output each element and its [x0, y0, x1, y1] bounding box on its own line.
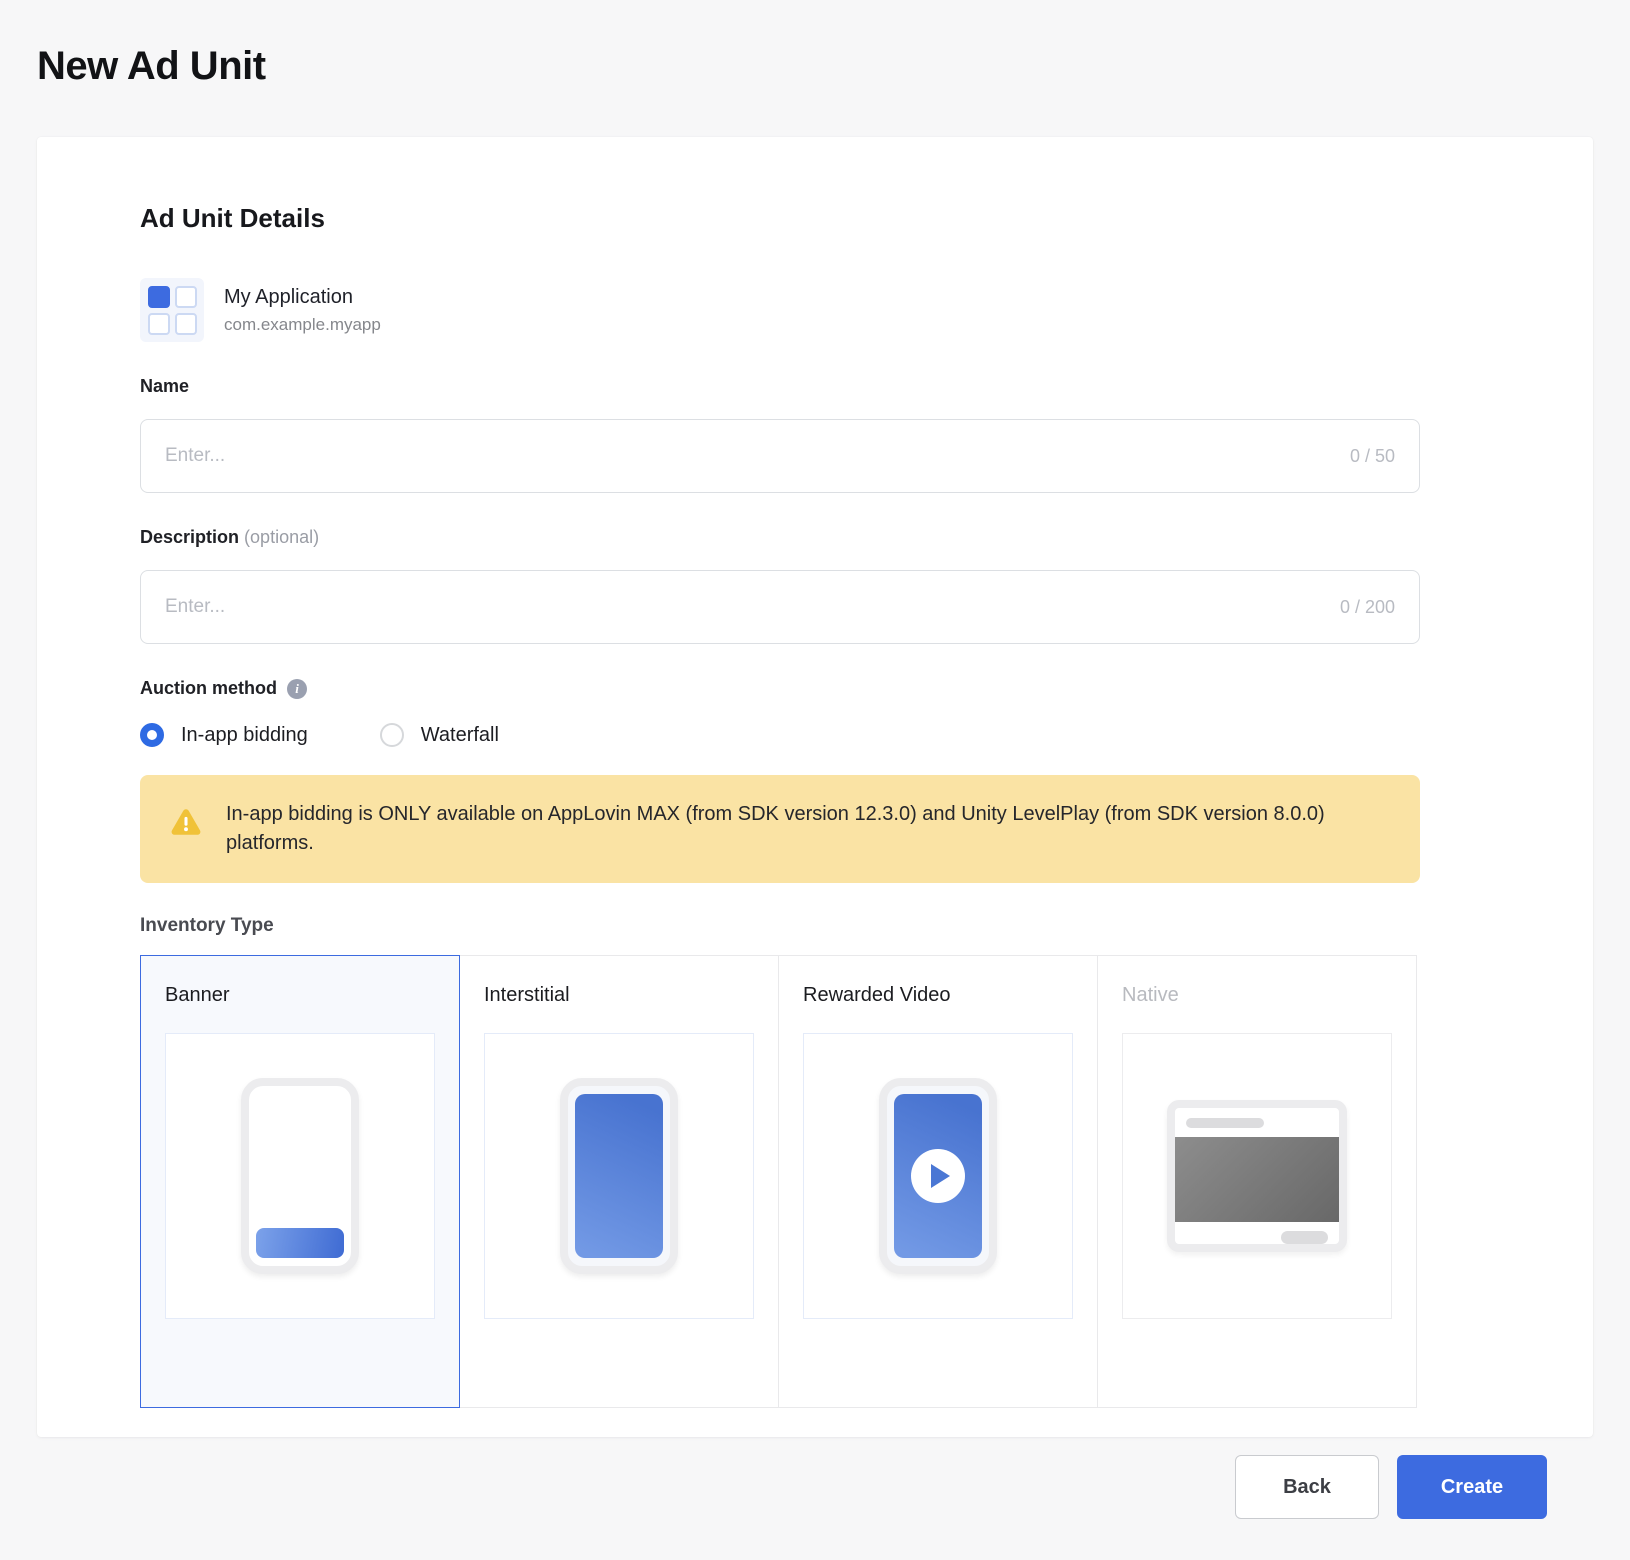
- description-field-label: Description (optional): [140, 527, 1420, 548]
- description-label-text: Description: [140, 527, 239, 547]
- sdk-warning-text: In-app bidding is ONLY available on AppL…: [226, 800, 1390, 858]
- fullscreen-ad-icon: [575, 1094, 663, 1258]
- rewarded-video-illustration: [803, 1033, 1073, 1319]
- name-char-counter: 0 / 50: [1350, 446, 1395, 467]
- inventory-card-rewarded-video-label: Rewarded Video: [803, 984, 1073, 1007]
- section-title: Ad Unit Details: [140, 203, 1420, 234]
- inventory-card-banner[interactable]: Banner: [140, 955, 460, 1408]
- description-input[interactable]: [165, 596, 1324, 618]
- create-button[interactable]: Create: [1397, 1455, 1547, 1519]
- phone-frame-icon: [241, 1078, 359, 1274]
- name-input-wrapper: 0 / 50: [140, 419, 1420, 493]
- new-ad-unit-page: New Ad Unit Ad Unit Details My Applicati…: [0, 0, 1630, 1519]
- native-image-placeholder-icon: [1175, 1137, 1339, 1223]
- radio-selected-icon: [140, 723, 164, 747]
- description-input-wrapper: 0 / 200: [140, 570, 1420, 644]
- inventory-type-label: Inventory Type: [140, 915, 1420, 937]
- app-grid-icon-square: [148, 286, 170, 308]
- play-triangle-icon: [931, 1164, 950, 1188]
- play-button-icon: [911, 1149, 965, 1203]
- inventory-card-native-label: Native: [1122, 984, 1392, 1007]
- native-illustration: [1122, 1033, 1392, 1319]
- banner-ad-strip-icon: [256, 1228, 344, 1258]
- radio-unselected-icon: [380, 723, 404, 747]
- sdk-warning-banner: In-app bidding is ONLY available on AppL…: [140, 775, 1420, 883]
- app-grid-icon-square: [175, 286, 197, 308]
- inventory-card-native[interactable]: Native: [1097, 955, 1417, 1408]
- description-char-counter: 0 / 200: [1340, 597, 1395, 618]
- app-package-id: com.example.myapp: [224, 315, 381, 335]
- inventory-card-banner-label: Banner: [165, 984, 435, 1007]
- description-optional-hint: (optional): [244, 527, 319, 547]
- app-grid-icon: [140, 278, 204, 342]
- auction-method-label: Auction method: [140, 678, 277, 699]
- inventory-card-interstitial[interactable]: Interstitial: [459, 955, 779, 1408]
- info-icon[interactable]: i: [287, 679, 307, 699]
- app-info: My Application com.example.myapp: [224, 286, 381, 335]
- app-name: My Application: [224, 286, 381, 309]
- radio-waterfall[interactable]: Waterfall: [380, 723, 499, 747]
- phone-frame-icon: [879, 1078, 997, 1274]
- banner-illustration: [165, 1033, 435, 1319]
- radio-in-app-bidding-label: In-app bidding: [181, 724, 308, 747]
- back-button[interactable]: Back: [1235, 1455, 1379, 1519]
- auction-method-options: In-app bidding Waterfall: [140, 723, 1420, 747]
- native-card-frame-icon: [1167, 1100, 1347, 1252]
- radio-in-app-bidding[interactable]: In-app bidding: [140, 723, 308, 747]
- inventory-card-interstitial-label: Interstitial: [484, 984, 754, 1007]
- native-title-placeholder-icon: [1186, 1118, 1264, 1128]
- app-grid-icon-square: [148, 313, 170, 335]
- inventory-type-grid: Banner Interstitial: [140, 955, 1420, 1408]
- app-grid-icon-square: [175, 313, 197, 335]
- footer-actions: Back Create: [37, 1437, 1593, 1519]
- inventory-card-rewarded-video[interactable]: Rewarded Video: [778, 955, 1098, 1408]
- auction-method-label-row: Auction method i: [140, 678, 1420, 699]
- name-field-label: Name: [140, 376, 1420, 397]
- selected-app-row: My Application com.example.myapp: [140, 278, 1420, 342]
- radio-waterfall-label: Waterfall: [421, 724, 499, 747]
- interstitial-illustration: [484, 1033, 754, 1319]
- warning-triangle-icon: [170, 806, 202, 843]
- name-input[interactable]: [165, 445, 1334, 467]
- page-title: New Ad Unit: [37, 44, 1593, 89]
- ad-unit-details-card: Ad Unit Details My Application com.examp…: [37, 137, 1593, 1437]
- native-button-placeholder-icon: [1281, 1231, 1328, 1244]
- phone-frame-icon: [560, 1078, 678, 1274]
